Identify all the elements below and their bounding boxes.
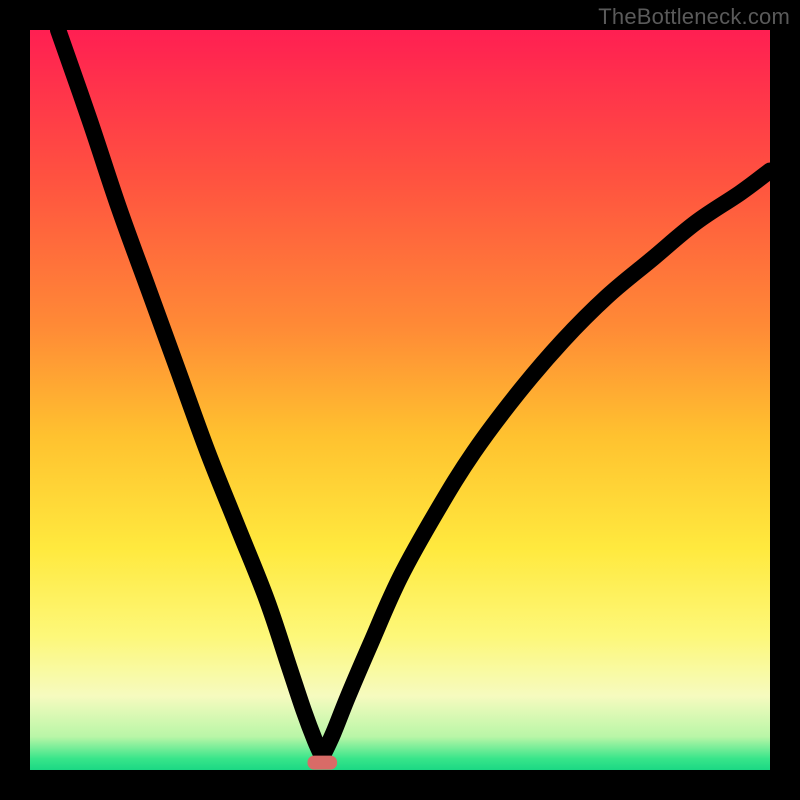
bottleneck-chart <box>30 30 770 770</box>
watermark-text: TheBottleneck.com <box>598 4 790 30</box>
chart-background <box>30 30 770 770</box>
chart-frame: TheBottleneck.com <box>0 0 800 800</box>
minimum-marker <box>308 756 338 770</box>
